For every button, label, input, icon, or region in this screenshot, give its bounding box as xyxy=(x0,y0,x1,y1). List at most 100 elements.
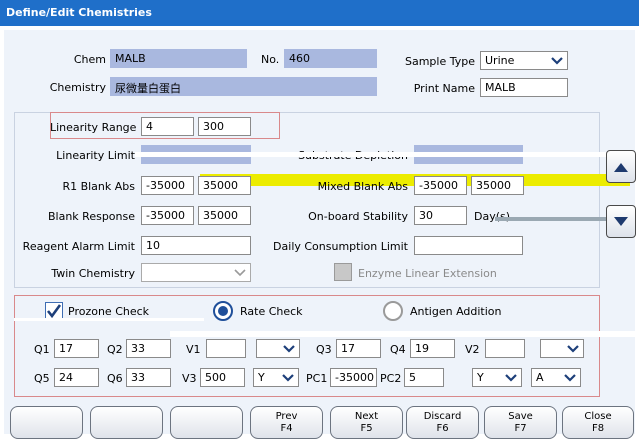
chevron-down-icon xyxy=(502,370,520,385)
pc2-label: PC2 xyxy=(380,372,402,385)
scroll-down-button[interactable] xyxy=(606,205,636,238)
pc1-field[interactable]: -35000 xyxy=(330,368,377,387)
blank-button-3[interactable] xyxy=(170,406,243,439)
q2-label: Q2 xyxy=(107,343,123,356)
print-name-label: Print Name xyxy=(413,82,475,95)
enzyme-linear-label: Enzyme Linear Extension xyxy=(358,267,497,280)
chemistry-field[interactable]: 尿微量白蛋白 xyxy=(110,77,377,96)
save-key: F7 xyxy=(514,423,527,434)
prev-button[interactable]: Prev F4 xyxy=(250,406,323,439)
close-label: Close xyxy=(584,411,612,422)
sample-type-select[interactable]: Urine xyxy=(480,51,568,70)
prozone-label: Prozone Check xyxy=(68,305,150,318)
q4-field[interactable]: 19 xyxy=(410,339,455,358)
q1-field[interactable]: 17 xyxy=(54,339,99,358)
scroll-up-button[interactable] xyxy=(606,150,636,183)
linearity-low-field[interactable]: 4 xyxy=(141,117,194,136)
prev-key: F4 xyxy=(280,423,293,434)
onboard-stability-label: On-board Stability xyxy=(308,210,408,223)
v1-select[interactable] xyxy=(256,339,300,358)
sample-type-label: Sample Type xyxy=(404,55,475,68)
discard-button[interactable]: Discard F6 xyxy=(406,406,479,439)
arrow-up-icon xyxy=(614,162,628,172)
discard-key: F6 xyxy=(436,423,449,434)
q3-field[interactable]: 17 xyxy=(336,339,381,358)
linearity-limit-label: Linearity Limit xyxy=(56,149,135,162)
v2-select[interactable] xyxy=(540,339,584,358)
y-select[interactable]: Y xyxy=(472,368,522,387)
v2-label: V2 xyxy=(465,343,480,356)
v1-field[interactable] xyxy=(206,339,246,358)
chevron-down-icon xyxy=(564,341,582,356)
close-key: F8 xyxy=(591,423,605,434)
chem-field[interactable]: MALB xyxy=(110,49,247,68)
mixed-blank-abs-low-field[interactable]: -35000 xyxy=(414,176,467,195)
q2-field[interactable]: 33 xyxy=(126,339,171,358)
close-button[interactable]: Close F8 xyxy=(562,406,634,439)
v3-field[interactable]: 500 xyxy=(200,368,245,387)
print-name-field[interactable]: MALB xyxy=(480,78,568,97)
reagent-alarm-field[interactable]: 10 xyxy=(141,236,251,255)
blank-button-1[interactable] xyxy=(10,406,83,439)
blank-button-2[interactable] xyxy=(90,406,163,439)
q6-label: Q6 xyxy=(107,372,123,385)
v2-field[interactable] xyxy=(485,339,525,358)
pc1-label: PC1 xyxy=(306,372,328,385)
render-glitch xyxy=(170,331,635,337)
r1-blank-abs-label: R1 Blank Abs xyxy=(62,180,135,193)
r1-blank-abs-high-field[interactable]: 35000 xyxy=(198,176,251,195)
blank-response-label: Blank Response xyxy=(47,210,135,223)
chevron-down-icon xyxy=(279,370,297,385)
v1-label: V1 xyxy=(186,343,201,356)
twin-chemistry-select[interactable] xyxy=(141,263,251,282)
v3-select[interactable]: Y xyxy=(253,368,299,387)
save-button[interactable]: Save F7 xyxy=(484,406,557,439)
window-title: Define/Edit Chemistries xyxy=(0,0,639,26)
enzyme-linear-checkbox[interactable] xyxy=(334,263,352,281)
discard-label: Discard xyxy=(423,411,462,422)
rate-check-radio[interactable] xyxy=(213,301,233,321)
a-select[interactable]: A xyxy=(531,368,581,387)
q6-field[interactable]: 33 xyxy=(126,368,171,387)
linearity-high-field[interactable]: 300 xyxy=(198,117,251,136)
blank-response-low-field[interactable]: -35000 xyxy=(141,206,194,225)
chevron-down-icon xyxy=(231,265,249,280)
q1-label: Q1 xyxy=(34,343,50,356)
daily-consumption-field[interactable] xyxy=(414,236,523,255)
q4-label: Q4 xyxy=(390,343,406,356)
onboard-stability-field[interactable]: 30 xyxy=(414,206,467,225)
a-select-value: A xyxy=(536,371,544,384)
prev-label: Prev xyxy=(275,411,298,422)
q5-field[interactable]: 24 xyxy=(54,368,99,387)
rate-check-label: Rate Check xyxy=(240,305,303,318)
blank-response-high-field[interactable]: 35000 xyxy=(198,206,251,225)
r1-blank-abs-low-field[interactable]: -35000 xyxy=(141,176,194,195)
next-key: F5 xyxy=(360,423,373,434)
render-glitch xyxy=(14,318,204,321)
render-glitch xyxy=(135,152,635,157)
mixed-blank-abs-high-field[interactable]: 35000 xyxy=(471,176,524,195)
q3-label: Q3 xyxy=(316,343,332,356)
next-button[interactable]: Next F5 xyxy=(330,406,403,439)
chem-label: Chem xyxy=(73,53,106,66)
v3-label: V3 xyxy=(182,372,197,385)
arrow-down-icon xyxy=(614,216,628,226)
pc2-field[interactable]: 5 xyxy=(404,368,444,387)
antigen-addition-radio[interactable] xyxy=(383,301,403,321)
next-label: Next xyxy=(354,411,379,422)
chevron-down-icon xyxy=(280,341,298,356)
mixed-blank-abs-label: Mixed Blank Abs xyxy=(317,180,408,193)
sample-type-value: Urine xyxy=(485,54,515,67)
chevron-down-icon xyxy=(561,370,579,385)
reagent-alarm-label: Reagent Alarm Limit xyxy=(22,240,135,253)
q5-label: Q5 xyxy=(34,372,50,385)
no-field[interactable]: 460 xyxy=(284,49,377,68)
twin-chemistry-label: Twin Chemistry xyxy=(51,267,135,280)
antigen-addition-label: Antigen Addition xyxy=(410,305,502,318)
save-label: Save xyxy=(508,411,533,422)
v3-select-value: Y xyxy=(258,371,265,384)
linearity-range-label: Linearity Range xyxy=(50,121,137,134)
chevron-down-icon xyxy=(548,53,566,68)
chemistry-label: Chemistry xyxy=(49,81,106,94)
no-label: No. xyxy=(261,53,280,66)
